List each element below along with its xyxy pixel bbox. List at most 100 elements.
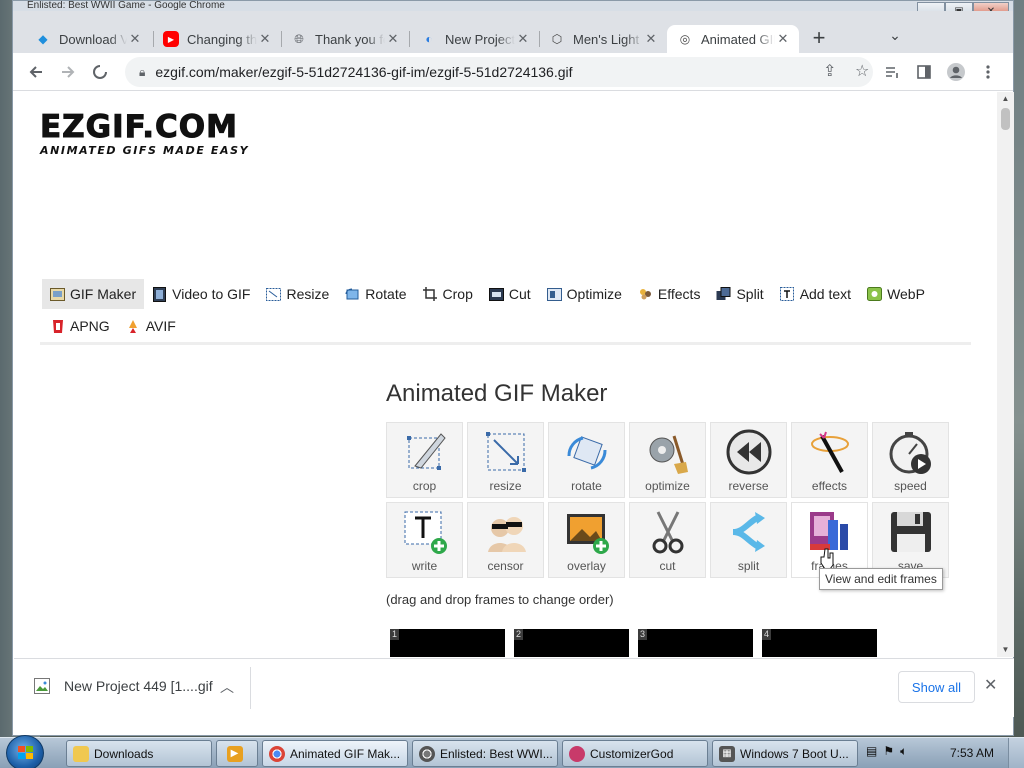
nav-avif[interactable]: AVIF xyxy=(118,311,184,341)
reading-list-button[interactable] xyxy=(879,59,905,85)
ezgif-logo[interactable]: EZGIF.COM ANIMATED GIFS MADE EASY xyxy=(39,111,249,157)
volume-icon[interactable]: 🔈︎ xyxy=(900,744,907,759)
download-app-icon: ◆ xyxy=(38,32,48,46)
tab-label: Changing the xyxy=(187,31,257,47)
tab-thank-you[interactable]: 🌐︎ Thank you for ✕ xyxy=(281,25,409,53)
tool-speed[interactable]: speed xyxy=(872,422,949,498)
share-icon[interactable]: ⇪ xyxy=(823,61,836,81)
tab-mens-light[interactable]: ⬡ Men's Light ✕ xyxy=(539,25,667,53)
scroll-thumb[interactable] xyxy=(1001,108,1010,130)
tool-label: write xyxy=(411,559,438,573)
nav-crop[interactable]: Crop xyxy=(415,279,481,309)
nav-cut[interactable]: Cut xyxy=(481,279,539,309)
tab-animated-gif[interactable]: ◎ Animated GIF ✕ xyxy=(667,25,799,53)
tool-split[interactable]: split xyxy=(710,502,787,578)
network-icon[interactable]: ▤ xyxy=(866,744,877,759)
action-center-flag-icon[interactable]: ⚑ xyxy=(883,744,894,759)
nav-resize[interactable]: Resize xyxy=(258,279,337,309)
tab-search-button[interactable]: ⌄ xyxy=(883,27,907,44)
tab-close-icon[interactable]: ✕ xyxy=(257,31,273,47)
tab-close-icon[interactable]: ✕ xyxy=(385,31,401,47)
reload-button[interactable] xyxy=(87,59,113,85)
gif-maker-icon xyxy=(50,287,65,302)
forward-button[interactable] xyxy=(55,59,81,85)
chrome-menu-button[interactable] xyxy=(975,59,1001,85)
show-all-button[interactable]: Show all xyxy=(898,671,975,703)
tool-crop[interactable]: crop xyxy=(386,422,463,498)
tool-effects[interactable]: effects xyxy=(791,422,868,498)
nav-split[interactable]: Split xyxy=(708,279,771,309)
tool-write[interactable]: write xyxy=(386,502,463,578)
tab-label: New Project xyxy=(445,31,515,47)
window-title: Enlisted: Best WWII Game - Google Chrome xyxy=(27,1,225,11)
tab-youtube[interactable]: ▶ Changing the ✕ xyxy=(153,25,281,53)
optimize-icon xyxy=(546,287,562,302)
tool-save[interactable]: save xyxy=(872,502,949,578)
reverse-tool-icon xyxy=(726,429,771,475)
split-tool-icon xyxy=(732,512,765,552)
tool-censor[interactable]: censor xyxy=(467,502,544,578)
scroll-down-arrow-icon[interactable]: ▼ xyxy=(997,643,1014,657)
taskbar-label: CustomizerGod xyxy=(590,746,674,761)
show-desktop-button[interactable] xyxy=(1008,738,1024,768)
tab-close-icon[interactable]: ✕ xyxy=(643,31,659,47)
profile-button[interactable] xyxy=(943,59,969,85)
tab-close-icon[interactable]: ✕ xyxy=(127,31,143,47)
tool-label: optimize xyxy=(645,479,690,493)
tab-download-video[interactable]: ◆ Download Video ✕ xyxy=(25,25,151,53)
nav-divider xyxy=(40,342,971,345)
tool-reverse[interactable]: reverse xyxy=(710,422,787,498)
page-scrollbar[interactable]: ▲ ▼ xyxy=(997,92,1014,657)
url-text[interactable]: ezgif.com/maker/ezgif-5-51d2724136-gif-i… xyxy=(155,64,572,80)
download-item[interactable]: New Project 449 [1....gif xyxy=(34,678,213,694)
tab-close-icon[interactable]: ✕ xyxy=(515,31,531,47)
taskbar-label: Downloads xyxy=(94,746,154,761)
nav-label: Crop xyxy=(442,286,473,302)
optimize-tool-icon xyxy=(649,435,688,474)
side-panel-button[interactable] xyxy=(911,59,937,85)
scroll-up-arrow-icon[interactable]: ▲ xyxy=(997,92,1014,106)
taskbar-media-player[interactable]: ▶ xyxy=(216,740,258,767)
tab-new-project[interactable]: ◐ New Project ✕ xyxy=(411,25,539,53)
taskbar-animated-gif[interactable]: Animated GIF Mak... xyxy=(262,740,408,767)
taskbar-enlisted[interactable]: Enlisted: Best WWI... xyxy=(412,740,558,767)
tool-label: resize xyxy=(489,479,522,493)
resize-icon xyxy=(266,287,282,302)
taskbar-downloads[interactable]: Downloads xyxy=(66,740,212,767)
nav-gif-maker[interactable]: GIF Maker xyxy=(42,279,145,309)
nav-optimize[interactable]: Optimize xyxy=(539,279,630,309)
tool-overlay[interactable]: overlay xyxy=(548,502,625,578)
scissors-icon xyxy=(652,511,683,554)
bookmark-star-icon[interactable]: ☆ xyxy=(855,61,869,81)
start-button[interactable] xyxy=(6,735,44,768)
nav-effects[interactable]: Effects xyxy=(630,279,709,309)
hand-cursor-icon xyxy=(820,548,834,570)
tool-resize[interactable]: resize xyxy=(467,422,544,498)
nav-add-text[interactable]: Add text xyxy=(772,279,859,309)
chrome-window: Enlisted: Best WWII Game - Google Chrome… xyxy=(12,0,1014,736)
nav-label: Split xyxy=(736,286,764,302)
tool-optimize[interactable]: optimize xyxy=(629,422,706,498)
nav-webp[interactable]: WebP xyxy=(859,279,933,309)
tool-label: crop xyxy=(412,479,437,493)
back-button[interactable] xyxy=(23,59,49,85)
tool-rotate[interactable]: rotate xyxy=(548,422,625,498)
taskbar-customizergod[interactable]: CustomizerGod xyxy=(562,740,708,767)
frame-thumbnail[interactable]: 2 xyxy=(514,629,629,657)
taskbar-clock[interactable]: 7:53 AM xyxy=(950,746,994,760)
frame-thumbnail[interactable]: 4 xyxy=(762,629,877,657)
frame-thumbnail[interactable]: 1 xyxy=(390,629,505,657)
nav-video-to-gif[interactable]: Video to GIF xyxy=(144,279,258,309)
lock-icon[interactable]: 🔒︎ xyxy=(139,65,145,80)
new-tab-button[interactable]: + xyxy=(805,25,833,53)
nav-apng[interactable]: APNG xyxy=(42,311,118,341)
tab-close-icon[interactable]: ✕ xyxy=(775,31,791,47)
tool-cut[interactable]: cut xyxy=(629,502,706,578)
address-bar[interactable]: 🔒︎ ezgif.com/maker/ezgif-5-51d2724136-gi… xyxy=(125,57,873,87)
nav-rotate[interactable]: Rotate xyxy=(337,279,414,309)
frame-thumbnail[interactable]: 3 xyxy=(638,629,753,657)
taskbar-label: Enlisted: Best WWI... xyxy=(440,746,553,761)
download-options-chevron-icon[interactable]: ︿ xyxy=(220,677,234,697)
close-download-bar-icon[interactable]: ✕ xyxy=(984,675,997,695)
taskbar-windows-boot[interactable]: ▦ Windows 7 Boot U... xyxy=(712,740,858,767)
